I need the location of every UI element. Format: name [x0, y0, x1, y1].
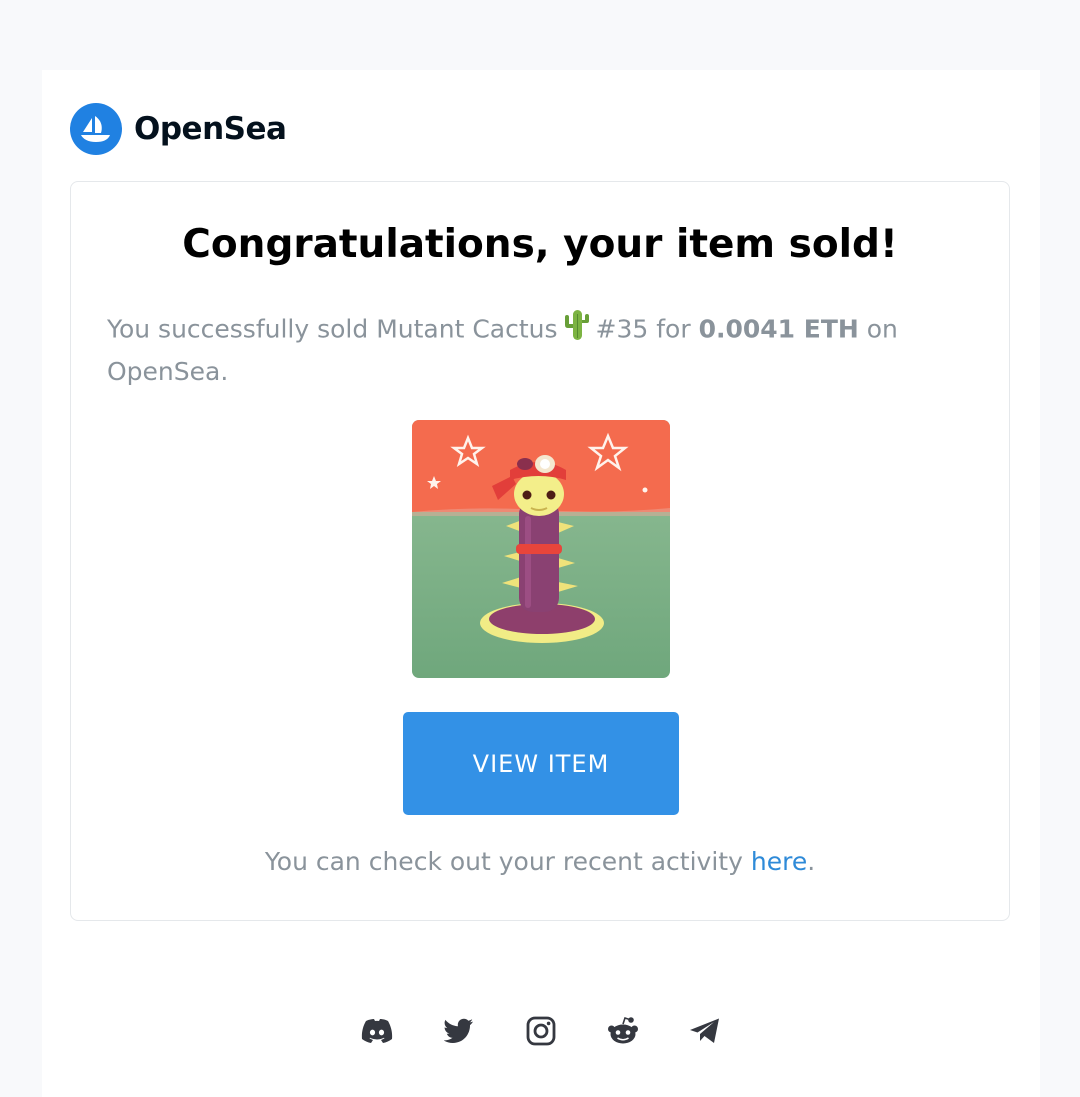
view-item-button[interactable]: VIEW ITEM: [403, 712, 679, 815]
item-number: #35 for: [595, 314, 691, 344]
nft-item-image[interactable]: [412, 420, 670, 678]
twitter-icon[interactable]: [443, 1015, 475, 1047]
activity-note: You can check out your recent activity h…: [71, 847, 1009, 876]
reddit-icon[interactable]: [607, 1015, 639, 1047]
recent-activity-link[interactable]: here: [751, 847, 807, 876]
instagram-icon[interactable]: [525, 1015, 557, 1047]
social-links: [42, 1015, 1040, 1047]
headline: Congratulations, your item sold!: [182, 222, 898, 267]
email-container: OpenSea Congratulations, your item sold!…: [42, 70, 1040, 1097]
brand-name: OpenSea: [134, 111, 287, 147]
activity-period: .: [807, 847, 816, 876]
sale-notification-card: Congratulations, your item sold! You suc…: [70, 181, 1010, 921]
opensea-logo-icon: [70, 103, 122, 155]
message-prefix: You successfully sold Mutant Cactus: [107, 314, 558, 344]
sale-price: 0.0041 ETH: [698, 314, 859, 344]
discord-icon[interactable]: [361, 1015, 393, 1047]
cactus-icon: [562, 308, 592, 353]
telegram-icon[interactable]: [689, 1015, 721, 1047]
activity-text: You can check out your recent activity: [264, 847, 743, 876]
sale-message: You successfully sold Mutant Cactus #35 f…: [107, 308, 973, 391]
brand-header[interactable]: OpenSea: [70, 103, 287, 155]
